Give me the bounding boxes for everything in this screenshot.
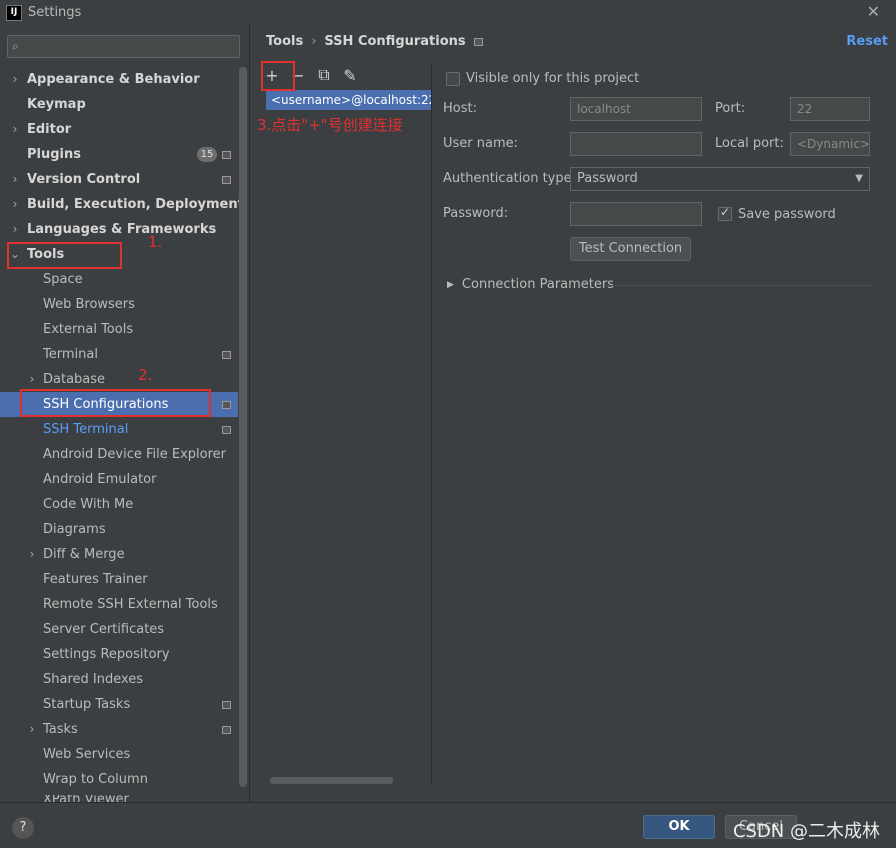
annotation-box-tools (7, 242, 122, 269)
chevron-right-icon: › (29, 722, 35, 736)
auth-type-value: Password (577, 171, 638, 186)
ssh-config-list-item[interactable]: <username>@localhost:22 p (266, 90, 432, 110)
window-title: Settings (28, 5, 82, 20)
plugins-count-badge: 15 (197, 147, 217, 162)
breadcrumb-separator: › (311, 34, 317, 49)
visible-only-checkbox[interactable] (446, 72, 460, 86)
password-input[interactable] (570, 202, 702, 226)
project-settings-icon (473, 37, 483, 46)
project-settings-icon (222, 151, 231, 159)
close-icon[interactable]: ✕ (867, 2, 880, 21)
username-label: User name: (443, 136, 519, 151)
sidebar-item-appearance[interactable]: › Appearance & Behavior (0, 67, 238, 92)
sidebar-item-space[interactable]: Space (0, 267, 238, 292)
sidebar-scrollbar[interactable] (239, 67, 247, 787)
help-icon[interactable]: ? (12, 817, 34, 839)
breadcrumb-parent[interactable]: Tools (266, 34, 303, 49)
sidebar-item-version-control[interactable]: › Version Control (0, 167, 238, 192)
search-icon: ⌕ (12, 39, 19, 53)
sidebar-item-diagrams[interactable]: Diagrams (0, 517, 238, 542)
settings-content: Tools › SSH Configurations Reset + − ⧉ ✎… (249, 25, 896, 802)
chevron-right-icon: › (12, 197, 18, 211)
copy-icon[interactable]: ⧉ (314, 65, 334, 85)
username-input[interactable] (570, 132, 702, 156)
project-settings-icon (222, 701, 231, 709)
chevron-right-icon: › (12, 172, 18, 186)
annotation-step1: 1. (148, 233, 163, 251)
project-settings-icon (222, 726, 231, 734)
sidebar-item-settings-repository[interactable]: Settings Repository (0, 642, 238, 667)
password-label: Password: (443, 206, 509, 221)
section-divider (605, 285, 873, 286)
save-password-label: Save password (738, 207, 836, 222)
sidebar-item-android-emulator[interactable]: Android Emulator (0, 467, 238, 492)
connection-parameters-label: Connection Parameters (461, 277, 615, 292)
triangle-right-icon: ▶ (447, 279, 454, 290)
watermark: CSDN @二木成林 (732, 821, 880, 842)
visible-only-label: Visible only for this project (466, 71, 640, 86)
host-input[interactable]: localhost (570, 97, 702, 121)
list-horizontal-scrollbar[interactable] (270, 777, 393, 784)
save-password-checkbox[interactable] (718, 205, 732, 221)
sidebar-item-editor[interactable]: › Editor (0, 117, 238, 142)
list-divider (431, 65, 432, 785)
chevron-right-icon: › (12, 122, 18, 136)
annotation-box-ssh-configurations (20, 389, 211, 417)
annotation-step3: 3.点击"+"号创建连接 (257, 116, 403, 134)
sidebar-item-plugins[interactable]: Plugins 15 (0, 142, 238, 167)
local-port-label: Local port: (715, 136, 784, 151)
port-label: Port: (715, 101, 746, 116)
auth-type-select[interactable]: Password ▼ (570, 167, 870, 191)
edit-icon[interactable]: ✎ (340, 65, 360, 85)
sidebar-item-wrap-to-column[interactable]: Wrap to Column (0, 767, 238, 792)
sidebar-item-languages[interactable]: › Languages & Frameworks (0, 217, 238, 242)
ok-button[interactable]: OK (643, 815, 715, 839)
settings-tree: › Appearance & Behavior Keymap › Editor … (0, 67, 244, 792)
project-settings-icon (222, 351, 231, 359)
sidebar-item-features-trainer[interactable]: Features Trainer (0, 567, 238, 592)
connection-parameters-toggle[interactable]: ▶ Connection Parameters (447, 277, 614, 292)
sidebar-item-xpath-viewer[interactable]: XPath Viewer (43, 795, 129, 802)
dropdown-caret-icon: ▼ (855, 173, 863, 184)
project-settings-icon (222, 401, 231, 409)
sidebar-item-tasks[interactable]: › Tasks (0, 717, 238, 742)
annotation-step2: 2. (138, 366, 153, 384)
sidebar-item-code-with-me[interactable]: Code With Me (0, 492, 238, 517)
project-settings-icon (222, 176, 231, 184)
auth-type-label: Authentication type: (443, 171, 576, 186)
chevron-right-icon: › (29, 547, 35, 561)
local-port-input[interactable]: <Dynamic> (790, 132, 870, 156)
app-logo-icon: IJ (6, 4, 22, 21)
breadcrumb-current: SSH Configurations (324, 34, 466, 49)
sidebar-item-android-device-file-explorer[interactable]: Android Device File Explorer (0, 442, 238, 467)
dialog-footer: ? OK Cancel CSDN @二木成林 (0, 802, 896, 848)
sidebar-item-external-tools[interactable]: External Tools (0, 317, 238, 342)
annotation-box-add (261, 61, 295, 91)
sidebar-item-web-services[interactable]: Web Services (0, 742, 238, 767)
sidebar-item-web-browsers[interactable]: Web Browsers (0, 292, 238, 317)
breadcrumb: Tools › SSH Configurations (266, 34, 483, 49)
test-connection-button[interactable]: Test Connection (570, 237, 691, 261)
port-input[interactable]: 22 (790, 97, 870, 121)
host-label: Host: (443, 101, 477, 116)
search-input[interactable]: ⌕ (7, 35, 240, 58)
sidebar-item-terminal[interactable]: Terminal (0, 342, 238, 367)
sidebar-item-shared-indexes[interactable]: Shared Indexes (0, 667, 238, 692)
sidebar-item-remote-ssh-external-tools[interactable]: Remote SSH External Tools (0, 592, 238, 617)
sidebar-item-build[interactable]: › Build, Execution, Deployment (0, 192, 244, 217)
reset-link[interactable]: Reset (846, 34, 888, 49)
sidebar-item-startup-tasks[interactable]: Startup Tasks (0, 692, 238, 717)
project-settings-icon (222, 426, 231, 434)
sidebar-item-diff-merge[interactable]: › Diff & Merge (0, 542, 238, 567)
title-bar: IJ Settings ✕ (0, 0, 896, 25)
sidebar-item-keymap[interactable]: Keymap (0, 92, 238, 117)
chevron-right-icon: › (12, 222, 18, 236)
sidebar-item-server-certificates[interactable]: Server Certificates (0, 617, 238, 642)
sidebar-item-ssh-terminal[interactable]: SSH Terminal (0, 417, 238, 442)
chevron-right-icon: › (12, 72, 18, 86)
